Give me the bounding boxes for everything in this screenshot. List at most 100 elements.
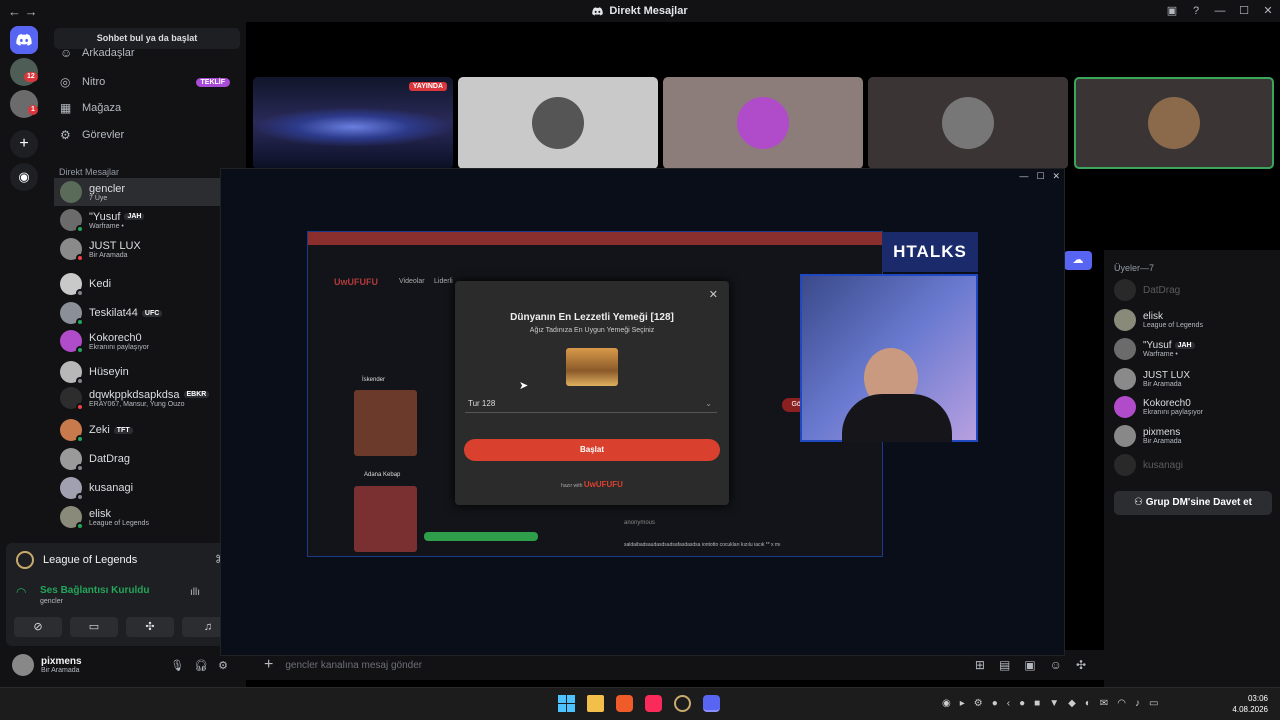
chat-toggle-icon[interactable]: ☁	[1064, 251, 1092, 270]
screenshare-button[interactable]: ▭	[70, 617, 118, 637]
participant-tile[interactable]	[868, 77, 1068, 169]
league-client-icon[interactable]	[674, 695, 691, 712]
nav-quests[interactable]: ⚙ Görevler	[54, 123, 240, 147]
dm-item[interactable]: dqwkppkdsapkdsa EBKR ERAY067, Mansur, Yung…	[54, 384, 240, 412]
tray-icon[interactable]: ▼	[1049, 698, 1059, 709]
attach-icon[interactable]: +	[264, 656, 273, 674]
nav-nitro[interactable]: ◎ Nitro TEKLİF	[54, 70, 240, 94]
dm-item[interactable]: Kokorech0 Ekranını paylaşıyor	[54, 327, 240, 355]
maximize-button[interactable]: ☐	[1232, 0, 1256, 22]
sticker-icon[interactable]: ▣	[1024, 658, 1035, 672]
tray-icon[interactable]: ◉	[942, 698, 951, 709]
activity-panel[interactable]: League of Legends ⌘	[6, 543, 242, 576]
dm-item[interactable]: DatDrag	[54, 445, 240, 473]
dm-item[interactable]: kusanagi	[54, 474, 240, 502]
tray-icon[interactable]: ●	[992, 698, 998, 709]
headphones-icon[interactable]: 🎧︎	[194, 659, 208, 672]
participant-tile[interactable]	[458, 77, 658, 169]
member-item[interactable]: "Yusuf JAH Warframe •	[1114, 336, 1195, 362]
tray-icon[interactable]: ◐	[1085, 698, 1091, 709]
member-item[interactable]: pixmens Bir Aramada	[1114, 423, 1182, 449]
round-select[interactable]: Tur 128 ⌄	[465, 395, 717, 413]
member-subtext: League of Legends	[1143, 322, 1203, 329]
close-icon[interactable]: ✕	[709, 288, 718, 301]
clock[interactable]: 03:06 4.08.2026	[1232, 693, 1268, 715]
battery-icon[interactable]: ▭	[1149, 698, 1158, 709]
avatar[interactable]	[12, 654, 34, 676]
dm-item[interactable]: Kedi	[54, 270, 240, 298]
wifi-icon[interactable]: ◠	[1117, 698, 1126, 709]
member-item[interactable]: DatDrag	[1114, 277, 1180, 303]
discord-taskbar-icon[interactable]	[703, 695, 720, 712]
dm-item[interactable]: Teskilat44 UFC	[54, 299, 240, 327]
emoji-icon[interactable]: ☺	[1050, 658, 1062, 672]
voice-channel[interactable]: gencler	[40, 598, 63, 605]
message-input[interactable]: gencler kanalına mesaj gönder	[285, 660, 422, 671]
food-image	[354, 390, 417, 456]
gif-icon[interactable]: ▤	[999, 658, 1010, 672]
tray-icon[interactable]: ⚙	[974, 698, 983, 709]
dm-subtext: 7 Üye	[89, 194, 108, 202]
start-button[interactable]: Başlat	[464, 439, 720, 461]
stream-tile[interactable]: YAYINDA	[253, 77, 453, 169]
member-name: JUST LUX	[1143, 370, 1191, 381]
minimize-button[interactable]: —	[1208, 0, 1232, 22]
activities-button[interactable]: ✣	[126, 617, 174, 637]
avatar	[60, 330, 84, 354]
dm-item[interactable]: JUST LUX Bir Aramada	[54, 235, 240, 263]
participant-tile-speaking[interactable]	[1074, 77, 1274, 169]
tray-icon[interactable]: ▸	[960, 698, 965, 709]
dm-name: gencler	[89, 182, 126, 195]
music-icon[interactable]	[645, 695, 662, 712]
dm-name: Kokorech0	[89, 331, 142, 344]
gift-icon[interactable]: ⊞	[975, 658, 985, 672]
start-icon[interactable]	[558, 695, 575, 712]
soundboard-icon[interactable]: ıllı	[190, 587, 200, 598]
dm-subtext: ERAY067, Mansur, Yung Ouzo	[89, 400, 185, 408]
voice-panel: ◠ Ses Bağlantısı Kuruldu gencler ıllı ⊘ …	[6, 576, 242, 646]
nav-shop[interactable]: ▦ Mağaza	[54, 96, 240, 120]
dm-item[interactable]: elisk League of Legends	[54, 503, 240, 531]
member-item[interactable]: JUST LUX Bir Aramada	[1114, 366, 1190, 392]
camera-off-button[interactable]: ⊘	[14, 617, 62, 637]
guild-tag: UFC	[141, 309, 163, 317]
dm-item[interactable]: Zeki TFT	[54, 416, 240, 444]
tray-icon[interactable]: ●	[1019, 698, 1025, 709]
add-user-icon: ⚇	[1133, 497, 1146, 508]
dm-item[interactable]: gencler 7 Üye	[54, 178, 240, 206]
close-button[interactable]: ✕	[1256, 0, 1280, 22]
stream-popout-window[interactable]: — ☐ ✕ UwUFUFU Videolar Liderli İskender Ad…	[220, 168, 1065, 656]
file-explorer-icon[interactable]	[587, 695, 604, 712]
volume-icon[interactable]: ♪	[1135, 698, 1140, 709]
member-item[interactable]: Kokorech0 Ekranını paylaşıyor	[1114, 394, 1203, 420]
maximize-button[interactable]: ☐	[1036, 171, 1044, 182]
settings-icon[interactable]: ⚙	[218, 659, 228, 672]
inbox-icon[interactable]: ▣	[1160, 0, 1184, 22]
member-item[interactable]: elisk League of Legends	[1114, 307, 1203, 333]
tray-icon[interactable]: ‹	[1007, 698, 1010, 709]
voice-status[interactable]: Ses Bağlantısı Kuruldu	[40, 585, 149, 596]
webcam-overlay	[800, 274, 978, 442]
discover-icon[interactable]: ◉	[10, 163, 38, 191]
dm-item[interactable]: Hüseyin	[54, 358, 240, 386]
tray-icon[interactable]: ■	[1034, 698, 1040, 709]
nav-friends[interactable]: ☺ Arkadaşlar	[54, 44, 240, 62]
tray-icon[interactable]: ✉	[1100, 698, 1108, 709]
site-logo: UwUFUFU	[334, 277, 378, 287]
chevron-down-icon: ⌄	[705, 399, 712, 408]
add-server-icon[interactable]: +	[10, 130, 38, 158]
invite-button[interactable]: ⚇ Grup DM'sine Davet et	[1114, 491, 1272, 515]
minimize-button[interactable]: —	[1019, 171, 1028, 182]
close-button[interactable]: ✕	[1052, 171, 1060, 182]
dm-name: Teskilat44	[89, 307, 138, 319]
brave-icon[interactable]	[616, 695, 633, 712]
dm-item[interactable]: "Yusuf JAH Warframe •	[54, 206, 240, 234]
member-item[interactable]: kusanagi	[1114, 452, 1183, 478]
help-icon[interactable]: ?	[1184, 0, 1208, 22]
home-button[interactable]	[10, 26, 38, 54]
tray-icon[interactable]: ◆	[1068, 698, 1076, 709]
mic-icon[interactable]: 🎙︎	[170, 659, 184, 672]
apps-icon[interactable]: ✣	[1076, 658, 1086, 672]
participant-tile[interactable]	[663, 77, 863, 169]
quiz-modal: ✕ Dünyanın En Lezzetli Yemeği [128] Ağız…	[455, 281, 729, 505]
